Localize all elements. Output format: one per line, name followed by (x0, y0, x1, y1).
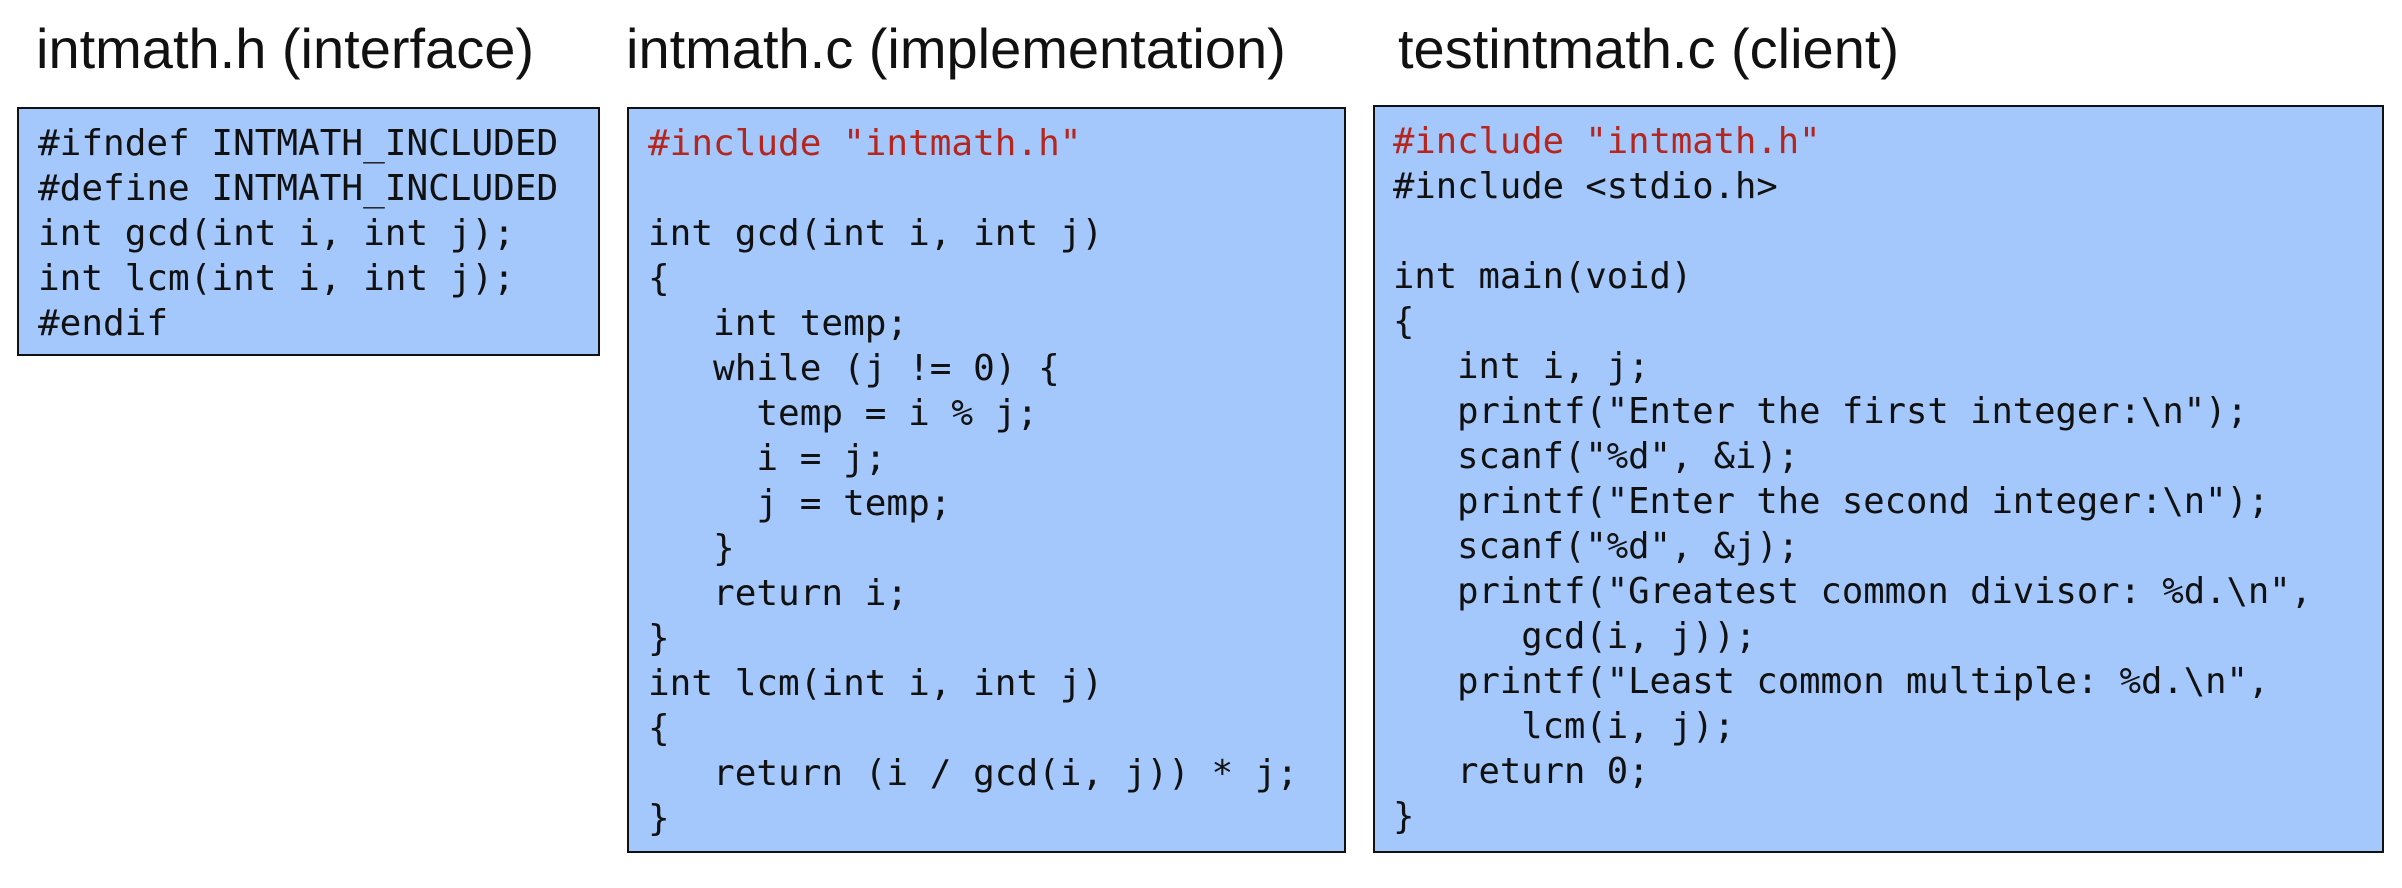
code-line: #endif (38, 303, 169, 344)
code-line: } (1393, 796, 1415, 837)
code-line: int i, j; (1393, 346, 1650, 387)
code-line: j = temp; (648, 483, 952, 524)
code-line: int lcm(int i, int j) (648, 663, 1104, 704)
code-line: int gcd(int i, int j) (648, 213, 1104, 254)
code-line: gcd(i, j)); (1393, 616, 1757, 657)
code-line: #ifndef INTMATH_INCLUDED (38, 123, 559, 164)
panel-title-implementation: intmath.c (implementation) (626, 17, 1286, 80)
code-line: int main(void) (1393, 256, 1693, 297)
code-line: int temp; (648, 303, 909, 344)
code-box-implementation: #include "intmath.h" int gcd(int i, int j… (627, 107, 1346, 853)
panel-title-header: intmath.h (interface) (36, 17, 534, 80)
code-line: } (648, 528, 735, 569)
code-line: printf("Least common multiple: %d.\n", (1393, 661, 2270, 702)
code-box-client: #include "intmath.h" #include <stdio.h> in… (1373, 105, 2384, 853)
code-line: } (648, 798, 670, 839)
code-line: int lcm(int i, int j); (38, 258, 515, 299)
code-line: while (j != 0) { (648, 348, 1060, 389)
code-line: scanf("%d", &j); (1393, 526, 1800, 567)
code-line: { (648, 258, 670, 299)
code-line: temp = i % j; (648, 393, 1039, 434)
code-line: printf("Enter the second integer:\n"); (1393, 481, 2270, 522)
code-box-header: #ifndef INTMATH_INCLUDED #define INTMATH_… (17, 107, 600, 356)
include-directive-line: #include "intmath.h" (648, 123, 1082, 164)
code-line: printf("Greatest common divisor: %d.\n", (1393, 571, 2313, 612)
code-line: } (648, 618, 670, 659)
code-line: return i; (648, 573, 909, 614)
code-listing-header: #ifndef INTMATH_INCLUDED #define INTMATH_… (38, 121, 558, 346)
code-listing-client: #include "intmath.h" #include <stdio.h> in… (1393, 119, 2312, 839)
code-line: { (648, 708, 670, 749)
code-line: int gcd(int i, int j); (38, 213, 515, 254)
include-directive-line: #include "intmath.h" (1393, 121, 1821, 162)
code-line: { (1393, 301, 1415, 342)
code-line: printf("Enter the first integer:\n"); (1393, 391, 2248, 432)
code-line: scanf("%d", &i); (1393, 436, 1800, 477)
code-line: #include <stdio.h> (1393, 166, 1778, 207)
code-line: lcm(i, j); (1393, 706, 1735, 747)
code-line: #define INTMATH_INCLUDED (38, 168, 559, 209)
code-line: return 0; (1393, 751, 1650, 792)
panel-title-client: testintmath.c (client) (1398, 17, 1900, 80)
code-line: return (i / gcd(i, j)) * j; (648, 753, 1299, 794)
code-listing-implementation: #include "intmath.h" int gcd(int i, int j… (648, 121, 1298, 841)
code-line: i = j; (648, 438, 887, 479)
